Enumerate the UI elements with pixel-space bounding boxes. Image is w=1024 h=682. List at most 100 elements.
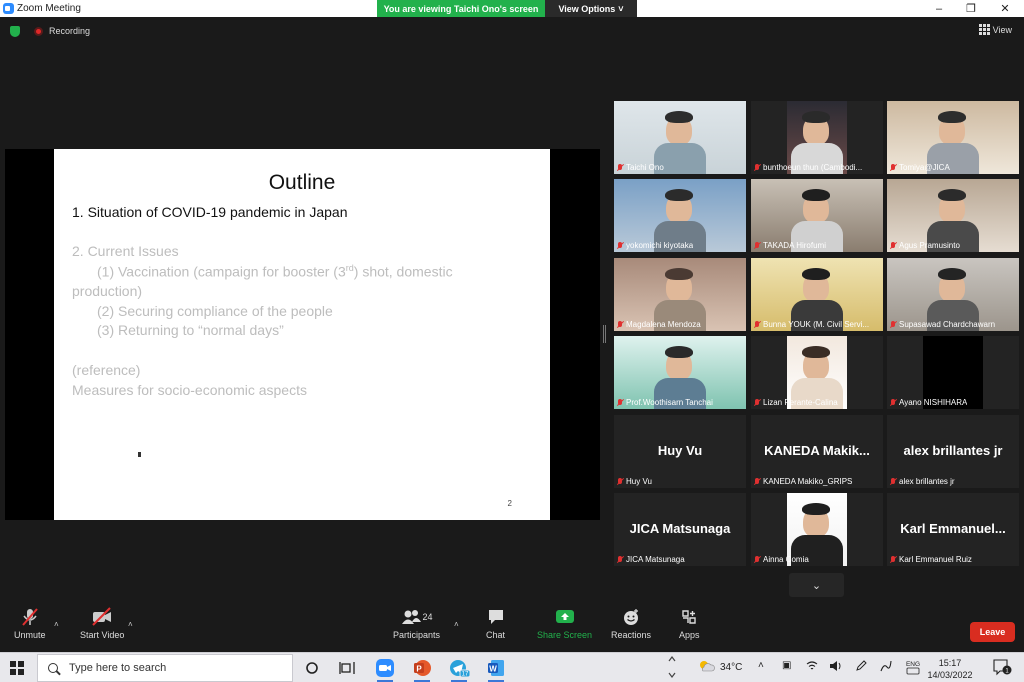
participants-caret-icon[interactable]: ˄ [454,620,459,629]
participants-icon [401,610,421,624]
input-language-label: ENG [906,661,920,668]
participant-name-caption: Agus Pramusinto [890,241,960,250]
unmute-button[interactable]: Unmute [14,606,46,640]
svg-text:W: W [489,665,497,674]
windows-taskbar: Type here to search P 17 W 34°C ˄ ▣ ENG … [0,652,1024,682]
apps-label: Apps [679,630,700,640]
word-taskbar-icon[interactable]: W [484,657,508,682]
participant-display-name: JICA Matsunaga [629,521,731,536]
audio-options-caret-icon[interactable]: ˄ [54,620,59,629]
close-button[interactable]: ✕ [988,0,1022,17]
view-options-button[interactable]: View Options ˅ [545,0,637,17]
volume-icon[interactable] [829,660,843,675]
participant-tile[interactable]: Agus Pramusinto [887,179,1019,252]
participant-name: Karl Emmanuel Ruiz [899,555,972,564]
muted-microphone-icon [754,321,760,328]
window-title: Zoom Meeting [17,3,81,14]
participant-tile[interactable]: TAKADA Hirofumi [751,179,883,252]
participant-tile[interactable]: bunthoeun thun (Cambodi... [751,101,883,174]
participant-name-caption: Ainna Comia [754,555,809,564]
notifications-icon[interactable]: 1 [992,658,1012,679]
task-view-icon[interactable] [335,657,359,679]
participant-tile[interactable]: Supasawad Chardchawarn [887,258,1019,331]
wifi-icon[interactable] [806,660,818,675]
panel-splitter-handle[interactable] [603,325,606,343]
participant-name: Agus Pramusinto [899,241,960,250]
participant-tile[interactable]: Taichi Ono [614,101,746,174]
participant-tile[interactable]: Bunna YOUK (M. Civil Servi... [751,258,883,331]
participant-name-caption: Karl Emmanuel Ruiz [890,555,972,564]
muted-microphone-icon [890,242,896,249]
share-screen-button[interactable]: Share Screen [537,606,592,640]
view-button[interactable]: View [978,24,1012,35]
telegram-taskbar-icon[interactable]: 17 [447,657,471,682]
participant-name-caption: JICA Matsunaga [617,555,685,564]
muted-microphone-icon [20,606,40,628]
participant-name: yokomichi kiyotaka [626,241,694,250]
participant-display-name: Karl Emmanuel... [900,521,1006,536]
weather-icon[interactable] [697,658,715,677]
participant-tile[interactable]: alex brillantes jr alex brillantes jr [887,415,1019,488]
weather-temperature: 34°C [720,662,743,673]
leave-button[interactable]: Leave [970,622,1015,642]
chat-button[interactable]: Chat [486,606,505,640]
share-screen-label: Share Screen [537,630,593,640]
participant-tile[interactable]: yokomichi kiyotaka [614,179,746,252]
participant-name-caption: KANEDA Makiko_GRIPS [754,477,852,486]
participant-name-caption: Supasawad Chardchawarn [890,320,995,329]
slide-item-1: 1. Situation of COVID-19 pandemic in Jap… [72,204,348,220]
smiley-icon [622,606,640,628]
participant-tile[interactable]: Lizan Perante-Calina [751,336,883,409]
participant-tile[interactable]: KANEDA Makik... KANEDA Makiko_GRIPS [751,415,883,488]
windows-start-icon[interactable] [10,661,24,675]
taskbar-search-box[interactable]: Type here to search [37,654,293,682]
video-options-caret-icon[interactable]: ˄ [128,620,133,629]
participant-tile[interactable]: Huy Vu Huy Vu [614,415,746,488]
participant-name: Lizan Perante-Calina [763,398,838,407]
shield-icon[interactable] [10,26,20,37]
input-language-icon[interactable]: ENG [905,657,921,680]
powerpoint-taskbar-icon[interactable]: P [410,657,434,682]
participant-tile[interactable]: Ainna Comia [751,493,883,566]
muted-microphone-icon [617,556,623,563]
participant-name-caption: Huy Vu [617,477,652,486]
chevron-down-icon[interactable]: ⌄ [789,573,844,597]
participant-tile[interactable]: Tomiya@JICA [887,101,1019,174]
participant-tile[interactable]: Karl Emmanuel... Karl Emmanuel Ruiz [887,493,1019,566]
participant-name-caption: TAKADA Hirofumi [754,241,826,250]
pen-icon[interactable] [855,660,867,675]
pen-workspace-icon[interactable] [880,660,892,675]
participant-tile[interactable]: Prof.Woothisarn Tanchai [614,336,746,409]
meet-now-icon[interactable]: ▣ [782,660,791,671]
participants-button[interactable]: 24 Participants [393,606,440,640]
zoom-taskbar-icon[interactable] [373,657,397,682]
slide-title: Outline [268,171,336,194]
participant-name-caption: Ayano NISHIHARA [890,398,967,407]
slide-reference: (reference) [72,362,141,378]
slide-subitem-1-cont: production) [72,283,143,299]
tray-chevron-up-icon[interactable]: ˄ [758,660,764,671]
cortana-icon[interactable] [300,657,324,679]
recording-label: Recording [49,26,91,36]
participant-tile[interactable]: JICA Matsunaga JICA Matsunaga [614,493,746,566]
muted-microphone-icon [617,321,623,328]
participants-count: 24 [422,612,433,622]
participant-tile[interactable]: Ayano NISHIHARA [887,336,1019,409]
taskbar-clock[interactable]: 15:17 14/03/2022 [922,657,978,681]
taskbar-search-placeholder: Type here to search [69,662,167,674]
restore-button[interactable]: ❐ [954,0,988,17]
muted-microphone-icon [754,242,760,249]
participant-name-caption: Tomiya@JICA [890,163,950,172]
reactions-button[interactable]: Reactions [611,606,651,640]
participant-name: Supasawad Chardchawarn [899,320,996,329]
minimize-button[interactable]: – [922,0,956,17]
start-video-button[interactable]: Start Video [80,606,124,640]
scroll-indicator-icon [668,655,676,682]
participant-name-caption: yokomichi kiyotaka [617,241,693,250]
muted-microphone-icon [890,321,896,328]
apps-button[interactable]: Apps [679,606,700,640]
participant-tile[interactable]: Magdalena Mendoza [614,258,746,331]
grid-view-icon [978,24,990,35]
participant-name: Magdalena Mendoza [626,320,701,329]
participant-name: Huy Vu [626,477,652,486]
